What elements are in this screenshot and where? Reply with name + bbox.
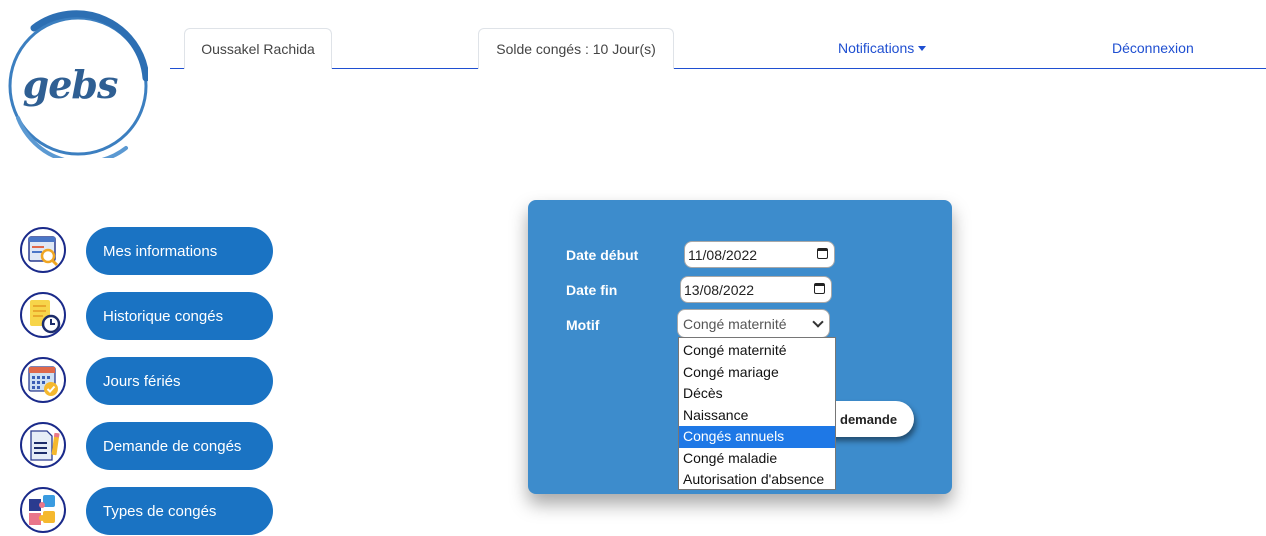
sidebar-item-historique-conges[interactable]: Historique congés xyxy=(18,291,278,341)
option-autorisation-absence[interactable]: Autorisation d'absence xyxy=(679,469,835,491)
sidebar-item-jours-feries[interactable]: Jours fériés xyxy=(18,356,278,406)
chevron-down-icon xyxy=(812,316,824,328)
history-clock-icon xyxy=(20,292,66,338)
sidebar-item-types-conges[interactable]: Types de congés xyxy=(18,486,278,536)
reason-dropdown-list[interactable]: Congé maternité Congé mariage Décès Nais… xyxy=(678,337,836,490)
sidebar-item-label: Jours fériés xyxy=(103,372,181,390)
calendar-check-icon xyxy=(20,357,66,403)
puzzle-icon xyxy=(20,487,66,533)
calendar-icon[interactable] xyxy=(814,283,825,294)
end-date-input[interactable]: 13/08/2022 xyxy=(680,276,832,303)
reason-select[interactable]: Congé maternité xyxy=(677,309,830,338)
tab-leave-balance[interactable]: Solde congés : 10 Jour(s) xyxy=(478,28,674,69)
option-deces[interactable]: Décès xyxy=(679,383,835,405)
sidebar-item-label: Types de congés xyxy=(103,502,217,520)
calendar-icon[interactable] xyxy=(817,248,828,259)
nav-divider xyxy=(170,68,1266,69)
notifications-label: Notifications xyxy=(838,40,915,56)
user-name-label: Oussakel Rachida xyxy=(201,41,315,57)
sidebar-item-demande-conges[interactable]: Demande de congés xyxy=(18,421,278,471)
logout-label: Déconnexion xyxy=(1112,40,1194,56)
reason-selected-value: Congé maternité xyxy=(683,315,787,332)
sidebar-item-mes-informations[interactable]: Mes informations xyxy=(18,226,278,276)
submit-label: demande xyxy=(840,411,898,427)
jours-feries-button[interactable]: Jours fériés xyxy=(86,357,273,405)
sidebar-item-label: Demande de congés xyxy=(103,437,242,455)
reason-label: Motif xyxy=(566,317,600,333)
option-naissance[interactable]: Naissance xyxy=(679,405,835,427)
gebs-logo: gebs xyxy=(6,8,148,158)
types-conges-button[interactable]: Types de congés xyxy=(86,487,273,535)
end-date-value: 13/08/2022 xyxy=(684,281,755,298)
tab-user-name[interactable]: Oussakel Rachida xyxy=(184,28,332,69)
start-date-value: 11/08/2022 xyxy=(688,246,758,263)
notifications-dropdown[interactable]: Notifications xyxy=(838,40,927,56)
start-date-label: Date début xyxy=(566,247,639,263)
option-conge-maladie[interactable]: Congé maladie xyxy=(679,448,835,470)
leave-balance-label: Solde congés : 10 Jour(s) xyxy=(496,41,656,57)
logout-link[interactable]: Déconnexion xyxy=(1112,40,1194,56)
start-date-input[interactable]: 11/08/2022 xyxy=(684,241,835,268)
submit-request-button[interactable]: demande xyxy=(826,401,914,437)
mes-informations-button[interactable]: Mes informations xyxy=(86,227,273,275)
sidebar-item-label: Mes informations xyxy=(103,242,218,260)
option-conge-maternite[interactable]: Congé maternité xyxy=(679,340,835,362)
caret-down-icon xyxy=(918,46,927,51)
option-conges-annuels[interactable]: Congés annuels xyxy=(679,426,835,448)
end-date-label: Date fin xyxy=(566,282,618,298)
historique-conges-button[interactable]: Historique congés xyxy=(86,292,273,340)
option-conge-mariage[interactable]: Congé mariage xyxy=(679,362,835,384)
sidebar-item-label: Historique congés xyxy=(103,307,224,325)
demande-conges-button[interactable]: Demande de congés xyxy=(86,422,273,470)
logo-text: gebs xyxy=(22,62,119,107)
profile-search-icon xyxy=(20,227,66,273)
document-request-icon xyxy=(20,422,66,468)
